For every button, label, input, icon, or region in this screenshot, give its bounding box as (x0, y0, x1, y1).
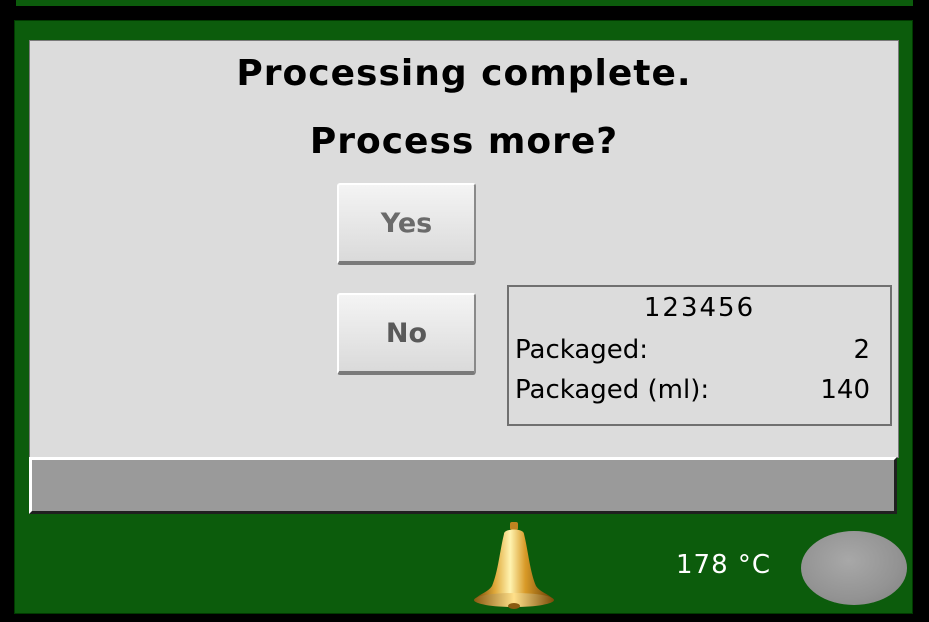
batch-info-panel: 123456 Packaged: 2 Packaged (ml): 140 (507, 285, 892, 426)
yes-button[interactable]: Yes (337, 183, 476, 265)
packaged-label: Packaged: (515, 335, 649, 365)
progress-bar (29, 457, 897, 514)
packaged-ml-label: Packaged (ml): (515, 375, 710, 405)
temperature-readout: 178 °C (676, 550, 772, 580)
dialog-message-line-2: Process more? (309, 121, 619, 162)
dialog-message-line-1: Processing complete. (236, 53, 692, 94)
packaged-ml-value: 140 (820, 375, 870, 405)
top-strip (16, 0, 913, 6)
packaged-value: 2 (853, 335, 870, 365)
no-button[interactable]: No (337, 293, 476, 375)
status-lamp (801, 531, 907, 605)
hmi-screen: Processing complete. Process more? Yes N… (0, 0, 929, 622)
bell-icon[interactable] (466, 520, 562, 610)
batch-id: 123456 (643, 293, 756, 323)
